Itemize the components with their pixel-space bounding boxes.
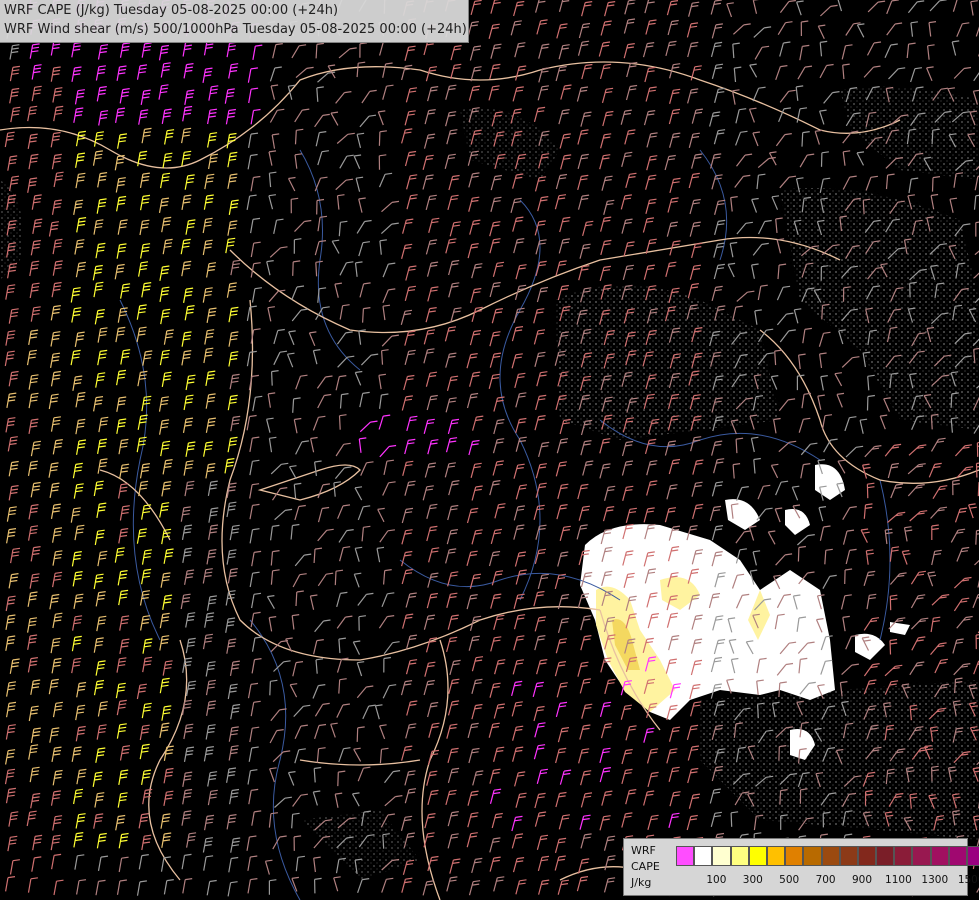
title-cape: WRF CAPE (J/kg) Tuesday 05-08-2025 00:00… — [4, 3, 339, 18]
legend-swatch — [676, 846, 695, 866]
legend-tick: 1100 — [885, 874, 912, 886]
legend-swatch — [748, 846, 767, 866]
legend-tick: 300 — [742, 874, 763, 886]
legend-swatch — [694, 846, 713, 866]
title-wind-shear: WRF Wind shear (m/s) 500/1000hPa Tuesday… — [4, 22, 467, 37]
map-title-box: WRF CAPE (J/kg) Tuesday 05-08-2025 00:00… — [0, 0, 469, 43]
cape-legend: WRF CAPE J/kg 100 300 500 700 900 1100 1300 150… — [623, 838, 979, 896]
legend-tick: 1500 — [957, 874, 979, 886]
legend-swatch — [857, 846, 877, 866]
legend-tick: 500 — [779, 874, 800, 886]
legend-swatch — [948, 846, 967, 866]
legend-tick-labels: 100 300 500 700 900 1100 1300 1500 — [676, 874, 979, 888]
legend-swatch — [803, 846, 822, 866]
legend-variable-label: CAPE — [631, 860, 660, 873]
legend-model-label: WRF — [631, 844, 656, 857]
legend-swatch — [712, 846, 731, 866]
legend-unit-label: J/kg — [631, 876, 652, 889]
legend-tick: 1300 — [921, 874, 949, 886]
legend-tick: 900 — [851, 874, 873, 886]
legend-color-scale — [676, 846, 979, 866]
legend-swatch — [930, 846, 949, 866]
legend-tick: 100 — [706, 874, 727, 886]
legend-tick: 700 — [815, 874, 836, 886]
legend-swatch — [876, 846, 895, 866]
legend-swatch — [785, 846, 804, 866]
legend-swatch — [766, 846, 786, 866]
weather-map — [0, 0, 979, 900]
legend-swatch — [821, 846, 840, 866]
legend-swatch — [967, 846, 979, 866]
legend-swatch — [912, 846, 931, 866]
legend-swatch — [839, 846, 858, 866]
legend-swatch — [730, 846, 749, 866]
legend-swatch — [894, 846, 913, 866]
